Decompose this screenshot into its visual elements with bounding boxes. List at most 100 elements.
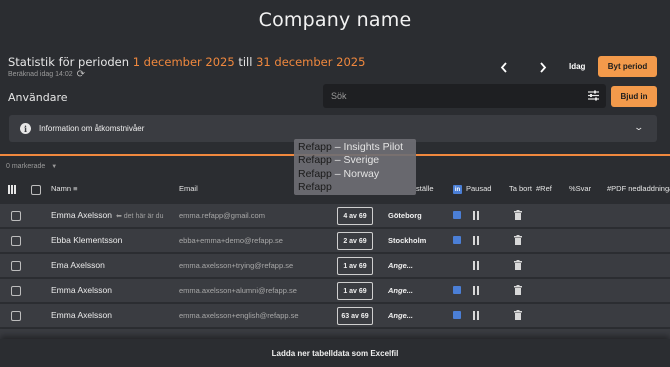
table-row[interactable]: Ema Axelsson emma.axelsson+trying@refapp… bbox=[0, 253, 670, 277]
tooltip-item: Refapp bbox=[298, 181, 412, 194]
tooltip-item: Refapp – Insights Pilot bbox=[298, 141, 412, 154]
user-place[interactable]: Ange... bbox=[388, 311, 413, 320]
access-count[interactable]: 4 av 69 bbox=[337, 207, 373, 225]
chevron-down-icon[interactable]: ⌄ bbox=[634, 122, 645, 133]
linkedin-icon bbox=[453, 211, 461, 219]
change-period-button[interactable]: Byt period bbox=[598, 56, 657, 77]
user-place[interactable]: Ange... bbox=[388, 261, 413, 270]
info-icon: i bbox=[20, 123, 31, 134]
pause-icon[interactable] bbox=[473, 311, 479, 320]
trash-icon[interactable] bbox=[514, 260, 522, 270]
chevron-right-icon bbox=[540, 62, 547, 73]
linkedin-icon: in bbox=[453, 185, 462, 194]
linkedin-icon bbox=[453, 236, 461, 244]
calculated-text: Beräknad idag 14:02 bbox=[8, 71, 73, 78]
answers-header[interactable]: %Svar bbox=[569, 184, 591, 193]
row-checkbox[interactable] bbox=[11, 261, 21, 271]
row-checkbox[interactable] bbox=[11, 236, 21, 246]
tooltip-item-suffix: – Sverige bbox=[331, 154, 380, 167]
footer-bar: Ladda ner tabelldata som Excelfil bbox=[0, 339, 670, 367]
sort-icon: ≡ bbox=[73, 184, 78, 193]
row-checkbox[interactable] bbox=[11, 286, 21, 296]
tooltip-item-prefix: Refapp bbox=[298, 141, 332, 153]
access-info-text: Information om åtkomstnivåer bbox=[39, 124, 145, 133]
current-user-hint: ⬅ det här är du bbox=[115, 213, 164, 220]
tooltip-item: Refapp – Norway bbox=[298, 168, 412, 181]
trash-icon[interactable] bbox=[514, 210, 522, 220]
selection-dropdown[interactable]: 0 markerade ▼ bbox=[6, 163, 57, 170]
period-end: 31 december 2025 bbox=[256, 55, 366, 69]
tooltip-item-suffix: – Insights Pilot bbox=[331, 141, 404, 153]
period-middle: till bbox=[238, 55, 253, 69]
trash-icon[interactable] bbox=[514, 235, 522, 245]
user-email: emma.refapp@gmail.com bbox=[179, 211, 265, 220]
users-heading: Användare bbox=[8, 91, 68, 104]
user-email: emma.axelsson+trying@refapp.se bbox=[179, 261, 294, 270]
remove-header[interactable]: Ta bort bbox=[509, 184, 532, 193]
period-prefix: Statistik för perioden bbox=[8, 55, 130, 69]
pause-icon[interactable] bbox=[473, 286, 479, 295]
access-count[interactable]: 2 av 69 bbox=[337, 232, 373, 250]
trash-icon[interactable] bbox=[514, 285, 522, 295]
period-summary: Statistik för perioden 1 december 2025 t… bbox=[8, 55, 365, 69]
name-header[interactable]: Namn ≡ bbox=[51, 184, 78, 193]
tooltip-item-prefix: Refapp bbox=[298, 180, 332, 193]
today-button[interactable]: Idag bbox=[569, 62, 585, 71]
email-header[interactable]: Email bbox=[179, 184, 198, 193]
columns-icon[interactable] bbox=[8, 185, 16, 194]
period-start: 1 december 2025 bbox=[132, 55, 235, 69]
marked-count: 0 markerade bbox=[6, 163, 46, 170]
user-name: Emma Axelsson ⬅ det här är du bbox=[51, 210, 163, 220]
user-place[interactable]: Göteborg bbox=[388, 211, 422, 220]
tooltip-item: Refapp – Sverige bbox=[298, 154, 412, 167]
name-header-label: Namn bbox=[51, 184, 72, 193]
filter-icon[interactable] bbox=[587, 89, 600, 102]
tooltip-item-suffix: – Norway bbox=[331, 167, 380, 180]
linkedin-icon bbox=[453, 311, 461, 319]
refresh-icon[interactable]: ⟳ bbox=[77, 69, 85, 80]
table-row[interactable]: Emma Axelsson ⬅ det här är du emma.refapp… bbox=[0, 203, 670, 227]
paused-header[interactable]: Pausad bbox=[466, 184, 491, 193]
access-count[interactable]: 1 av 69 bbox=[337, 257, 373, 275]
next-period-button[interactable] bbox=[536, 60, 550, 76]
pdf-header[interactable]: #PDF nedladdningar bbox=[607, 184, 670, 193]
user-email: emma.axelsson+alumni@refapp.se bbox=[179, 286, 297, 295]
chevron-left-icon bbox=[500, 62, 507, 73]
user-name: Emma Axelsson bbox=[51, 285, 112, 295]
caret-down-icon: ▼ bbox=[51, 163, 58, 170]
user-name: Emma Axelsson bbox=[51, 310, 112, 320]
access-info-bar[interactable]: i Information om åtkomstnivåer ⌄ bbox=[9, 115, 657, 142]
search-input[interactable] bbox=[323, 84, 563, 108]
user-place[interactable]: Stockholm bbox=[388, 236, 426, 245]
user-name: Ebba Klementsson bbox=[51, 235, 123, 245]
search-box bbox=[323, 84, 606, 108]
table-row[interactable]: Emma Axelsson emma.axelsson+english@refa… bbox=[0, 303, 670, 327]
table-row[interactable]: Ebba Klementsson ebba+emma+demo@refapp.s… bbox=[0, 228, 670, 252]
tooltip-item-prefix: Refapp bbox=[298, 154, 332, 167]
prev-period-button[interactable] bbox=[497, 60, 511, 76]
app-title: Company name bbox=[258, 9, 412, 31]
select-all-checkbox[interactable] bbox=[31, 185, 41, 195]
pause-icon[interactable] bbox=[473, 261, 479, 270]
ref-header[interactable]: #Ref bbox=[536, 184, 552, 193]
table-row[interactable]: Emma Axelsson emma.axelsson+alumni@refap… bbox=[0, 278, 670, 302]
access-count[interactable]: 1 av 69 bbox=[337, 282, 373, 300]
row-checkbox[interactable] bbox=[11, 211, 21, 221]
invite-button[interactable]: Bjud in bbox=[611, 86, 657, 107]
user-email: ebba+emma+demo@refapp.se bbox=[179, 236, 283, 245]
tooltip-item-prefix: Refapp bbox=[298, 167, 332, 180]
pause-icon[interactable] bbox=[473, 236, 479, 245]
pause-icon[interactable] bbox=[473, 211, 479, 220]
user-place[interactable]: Ange... bbox=[388, 286, 413, 295]
user-name-text: Emma Axelsson bbox=[51, 210, 112, 220]
place-header[interactable]: ställe bbox=[416, 184, 434, 193]
user-email: emma.axelsson+english@refapp.se bbox=[179, 311, 299, 320]
row-checkbox[interactable] bbox=[11, 311, 21, 321]
user-name: Ema Axelsson bbox=[51, 260, 105, 270]
company-tooltip: Refapp – Insights Pilot Refapp – Sverige… bbox=[294, 139, 416, 195]
download-excel-link[interactable]: Ladda ner tabelldata som Excelfil bbox=[272, 349, 399, 358]
trash-icon[interactable] bbox=[514, 310, 522, 320]
access-count[interactable]: 63 av 69 bbox=[337, 307, 373, 325]
calculated-row: Beräknad idag 14:02 ⟳ bbox=[8, 69, 85, 80]
linkedin-icon bbox=[453, 286, 461, 294]
